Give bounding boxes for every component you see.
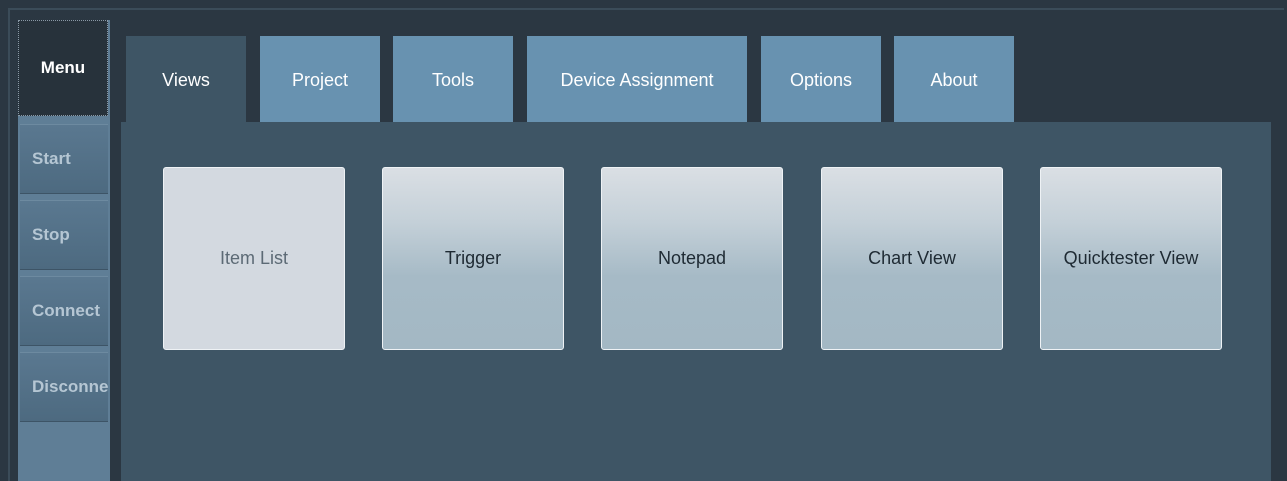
tab-views[interactable]: Views [126, 36, 246, 124]
trigger-button[interactable]: Trigger [382, 167, 564, 350]
start-button[interactable]: Start [20, 124, 108, 194]
tab-device-assignment[interactable]: Device Assignment [527, 36, 747, 124]
stop-button[interactable]: Stop [20, 200, 108, 270]
chart-view-button[interactable]: Chart View [821, 167, 1003, 350]
sidebar: Menu Start Stop Connect Disconnect [18, 20, 110, 481]
tab-project[interactable]: Project [260, 36, 380, 124]
menu-button[interactable]: Menu [18, 20, 108, 116]
item-list-button[interactable]: Item List [163, 167, 345, 350]
quicktester-view-button[interactable]: Quicktester View [1040, 167, 1222, 350]
tab-about[interactable]: About [894, 36, 1014, 124]
tab-tools[interactable]: Tools [393, 36, 513, 124]
notepad-button[interactable]: Notepad [601, 167, 783, 350]
tab-options[interactable]: Options [761, 36, 881, 124]
connect-button[interactable]: Connect [20, 276, 108, 346]
app-window: Menu Start Stop Connect Disconnect Views… [0, 0, 1287, 481]
panel-edge [1271, 122, 1279, 481]
disconnect-button[interactable]: Disconnect [20, 352, 108, 422]
